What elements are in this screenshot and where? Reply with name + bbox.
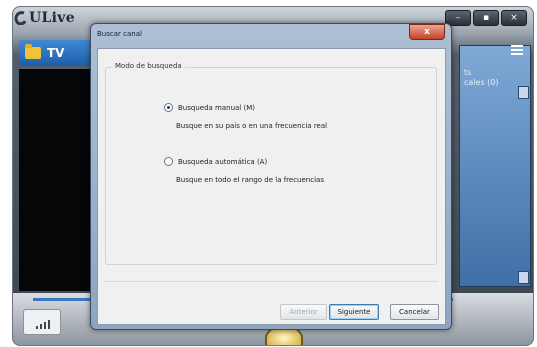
radio-manual-label: Busqueda manual (M): [178, 103, 255, 112]
automatic-search-description: Busque en todo el rango de la frecuencia…: [176, 176, 324, 184]
dialog-divider: [104, 281, 438, 282]
radio-automatic-search[interactable]: Busqueda automática (A): [164, 157, 267, 166]
dialog-title: Buscar canal: [97, 30, 142, 38]
manual-search-description: Busque en su país o en una frecuencia re…: [176, 122, 328, 130]
search-channel-dialog: Buscar canal x Modo de busqueda Busqueda…: [90, 23, 452, 330]
radio-checked-icon[interactable]: [164, 103, 173, 112]
channel-list-panel: ts cales (0): [459, 45, 531, 287]
app-title: ULive: [29, 10, 75, 26]
radio-manual-search[interactable]: Busqueda manual (M): [164, 103, 255, 112]
ulive-logo-icon: [14, 11, 26, 25]
maximize-button[interactable]: ▪: [473, 10, 499, 26]
next-button[interactable]: Siguiente: [329, 304, 379, 320]
signal-strength-icon: [23, 309, 61, 335]
back-button[interactable]: Anterior: [280, 304, 327, 320]
radio-automatic-label: Busqueda automática (A): [178, 157, 268, 166]
scroll-up-button[interactable]: [518, 86, 529, 99]
folder-icon: [25, 44, 41, 59]
search-mode-group: Modo de busqueda Busqueda manual (M) Bus…: [105, 62, 437, 265]
menu-icon[interactable]: [511, 45, 523, 55]
dialog-close-button[interactable]: x: [409, 24, 445, 40]
window-controls: – ▪ ×: [445, 10, 527, 26]
close-window-button[interactable]: ×: [501, 10, 527, 26]
tab-tv-label: TV: [47, 46, 65, 60]
group-label: Modo de busqueda: [112, 62, 185, 70]
radio-unchecked-icon[interactable]: [164, 157, 173, 166]
cancel-button[interactable]: Cancelar: [390, 304, 439, 320]
dialog-body: Modo de busqueda Busqueda manual (M) Bus…: [97, 48, 446, 325]
scroll-down-button[interactable]: [518, 271, 529, 284]
